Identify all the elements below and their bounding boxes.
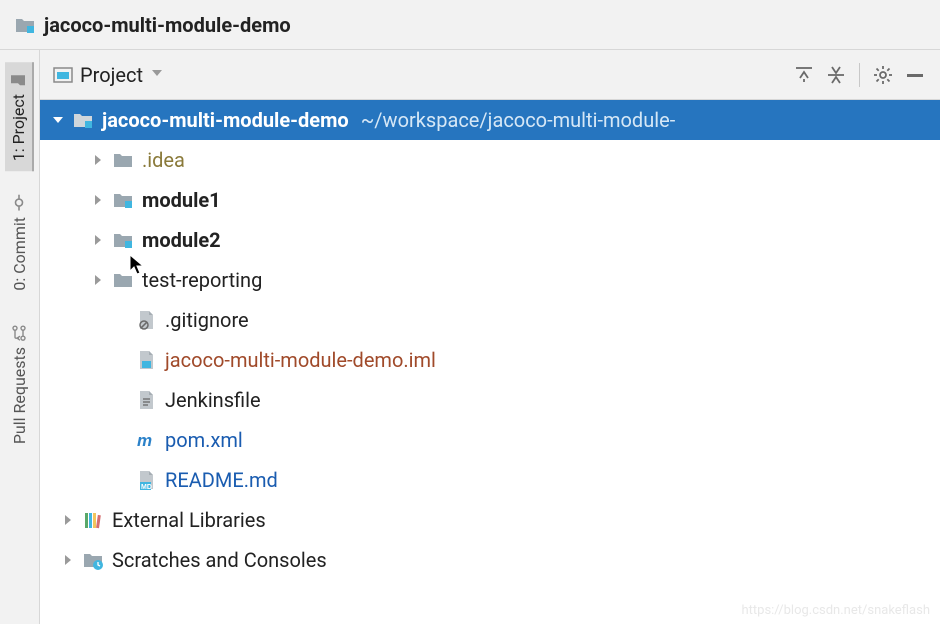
chevron-right-icon[interactable] xyxy=(88,194,108,206)
tree-item-label: .gitignore xyxy=(165,308,249,332)
tree-item-jenkinsfile[interactable]: Jenkinsfile xyxy=(40,380,940,420)
tree-item-idea[interactable]: .idea xyxy=(40,140,940,180)
tree-item-label: Jenkinsfile xyxy=(165,388,261,412)
tree-root-label: jacoco-multi-module-demo xyxy=(102,108,349,132)
sidebar-tab-pull-requests[interactable]: Pull Requests xyxy=(6,315,33,454)
tree-item-gitignore[interactable]: .gitignore xyxy=(40,300,940,340)
tree-root-path: ~/workspace/jacoco-multi-module- xyxy=(361,108,676,132)
tree-external-libraries[interactable]: External Libraries xyxy=(40,500,940,540)
folder-icon xyxy=(112,269,134,291)
module-folder-icon xyxy=(14,14,36,36)
tree-item-module1[interactable]: module1 xyxy=(40,180,940,220)
tree-item-label: pom.xml xyxy=(165,428,243,452)
chevron-right-icon[interactable] xyxy=(58,554,78,566)
tree-scratches[interactable]: Scratches and Consoles xyxy=(40,540,940,580)
tree-item-pom[interactable]: m pom.xml xyxy=(40,420,940,460)
chevron-down-icon[interactable] xyxy=(48,114,68,126)
tree-root[interactable]: jacoco-multi-module-demo ~/workspace/jac… xyxy=(40,100,940,140)
module-folder-icon xyxy=(112,189,134,211)
hide-icon[interactable] xyxy=(902,62,928,88)
sidebar-tab-label: 1: Project xyxy=(9,94,28,161)
tree-item-label: module2 xyxy=(142,228,221,252)
nav-title[interactable]: jacoco-multi-module-demo xyxy=(44,13,291,37)
gear-icon[interactable] xyxy=(870,62,896,88)
tree-item-label: module1 xyxy=(142,188,221,212)
file-iml-icon xyxy=(135,349,157,371)
file-md-icon: MD xyxy=(135,469,157,491)
library-icon xyxy=(82,509,104,531)
tree-item-label: README.md xyxy=(165,468,278,492)
tree-item-iml[interactable]: jacoco-multi-module-demo.iml xyxy=(40,340,940,380)
svg-text:m: m xyxy=(137,431,152,450)
file-text-icon xyxy=(135,389,157,411)
sidebar-tab-project[interactable]: 1: Project xyxy=(5,62,34,171)
navigation-bar: jacoco-multi-module-demo xyxy=(0,0,940,50)
tool-window-icon xyxy=(52,64,74,86)
chevron-right-icon[interactable] xyxy=(88,234,108,246)
tool-window-title[interactable]: Project xyxy=(80,63,143,87)
left-sidebar: 1: Project 0: Commit Pull Requests xyxy=(0,50,40,624)
expand-all-icon[interactable] xyxy=(791,62,817,88)
tree-item-label: Scratches and Consoles xyxy=(112,548,327,572)
project-tree: jacoco-multi-module-demo ~/workspace/jac… xyxy=(40,100,940,624)
tree-item-label: .idea xyxy=(142,148,185,172)
tree-item-test-reporting[interactable]: test-reporting xyxy=(40,260,940,300)
folder-icon xyxy=(11,72,27,88)
svg-text:MD: MD xyxy=(141,484,152,491)
file-maven-icon: m xyxy=(135,429,157,451)
sidebar-tab-label: Pull Requests xyxy=(10,347,29,444)
scratch-icon xyxy=(82,549,104,571)
tree-item-readme[interactable]: MD README.md xyxy=(40,460,940,500)
project-toolbar: Project xyxy=(40,50,940,100)
tree-item-label: External Libraries xyxy=(112,508,266,532)
collapse-all-icon[interactable] xyxy=(823,62,849,88)
chevron-right-icon[interactable] xyxy=(88,154,108,166)
toolbar-separator xyxy=(859,63,860,87)
tree-item-module2[interactable]: module2 xyxy=(40,220,940,260)
pull-request-icon xyxy=(12,325,28,341)
chevron-right-icon[interactable] xyxy=(58,514,78,526)
chevron-right-icon[interactable] xyxy=(88,274,108,286)
module-folder-icon xyxy=(72,109,94,131)
folder-icon xyxy=(112,149,134,171)
sidebar-tab-label: 0: Commit xyxy=(10,217,29,291)
tree-item-label: jacoco-multi-module-demo.iml xyxy=(165,348,436,372)
chevron-down-icon[interactable] xyxy=(151,67,163,83)
module-folder-icon xyxy=(112,229,134,251)
sidebar-tab-commit[interactable]: 0: Commit xyxy=(6,185,33,301)
tree-item-label: test-reporting xyxy=(142,268,262,292)
file-ignore-icon xyxy=(135,309,157,331)
watermark: https://blog.csdn.net/snakeflash xyxy=(741,603,930,618)
commit-icon xyxy=(12,195,28,211)
